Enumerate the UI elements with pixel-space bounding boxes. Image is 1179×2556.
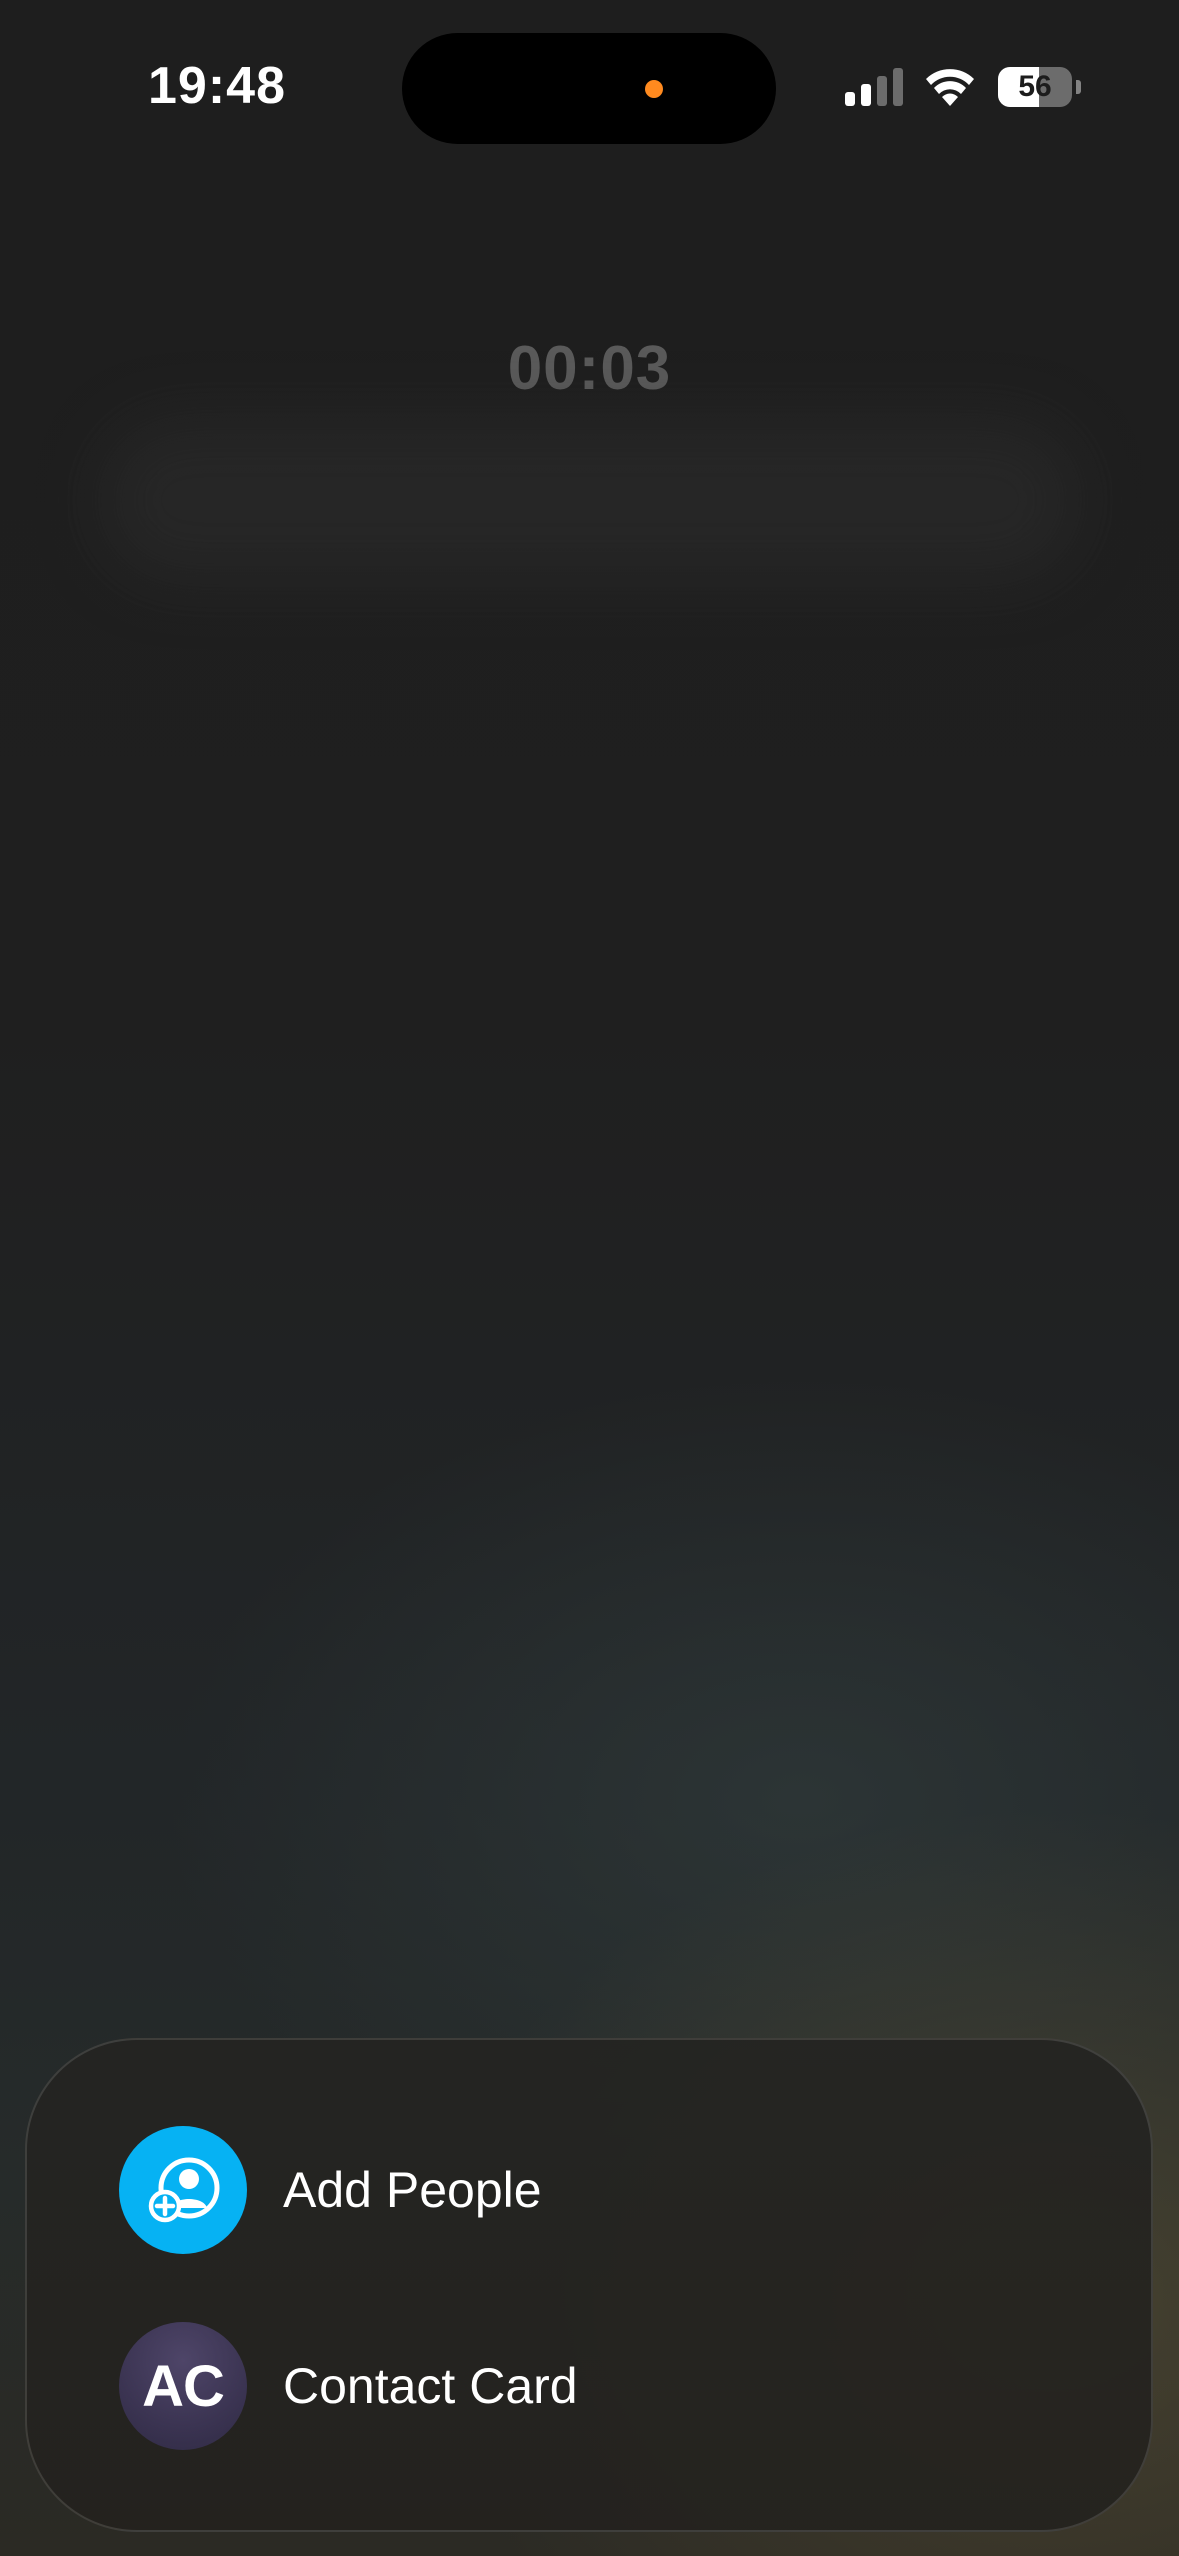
caller-name-blurred [100, 420, 1080, 580]
contact-card-label: Contact Card [283, 2358, 578, 2414]
battery-percent: 56 [1018, 70, 1052, 103]
call-screen: 19:48 56 00:03 Add People AC Contact Car… [0, 0, 1179, 2556]
cellular-signal-icon [845, 66, 903, 106]
status-time: 19:48 [148, 57, 286, 115]
add-people-label: Add People [283, 2162, 542, 2218]
add-people-button[interactable]: Add People [119, 2126, 1059, 2254]
dynamic-island [402, 33, 776, 144]
add-person-icon [119, 2126, 247, 2254]
call-duration: 00:03 [507, 334, 672, 403]
contact-avatar: AC [119, 2322, 247, 2450]
call-options-sheet: Add People AC Contact Card [25, 2038, 1153, 2532]
status-bar: 19:48 56 [0, 0, 1179, 170]
contact-card-button[interactable]: AC Contact Card [119, 2322, 1059, 2450]
wifi-icon [926, 69, 974, 106]
privacy-indicator-dot [645, 80, 663, 98]
battery-icon: 56 [998, 67, 1081, 107]
